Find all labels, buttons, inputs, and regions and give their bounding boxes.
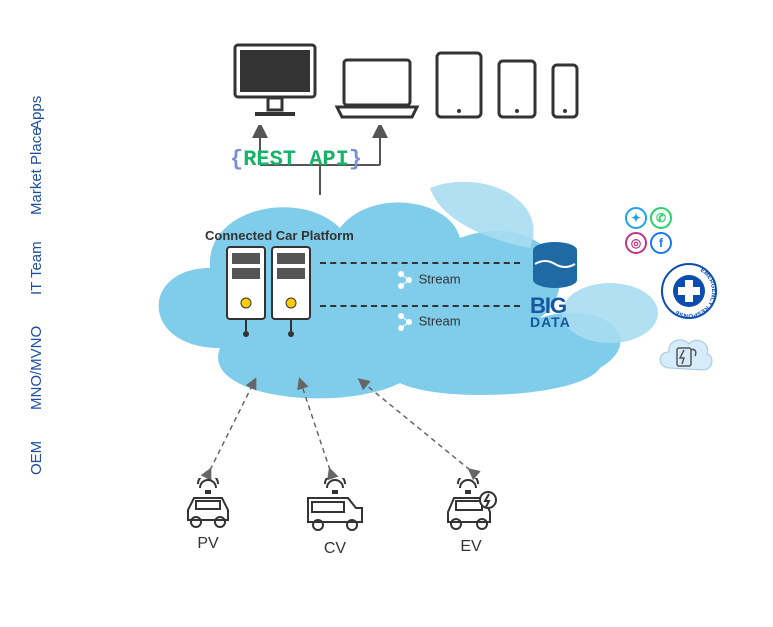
instagram-icon: ◎ [625, 232, 647, 254]
pv-label: PV [178, 535, 238, 553]
bigdata-line1: BIG [530, 296, 571, 316]
pv-car: PV [178, 478, 238, 553]
laptop-icon [332, 55, 422, 120]
stream-line-2 [320, 305, 520, 307]
stream-text-1: Stream [419, 271, 461, 286]
pv-car-icon [178, 478, 238, 533]
stream-label-2: Stream [395, 312, 461, 332]
stream-line-1 [320, 262, 520, 264]
twitter-icon: ✦ [625, 207, 647, 229]
emergency-response-icon: EMERGENCY RESPONSE [660, 262, 718, 325]
tablet-small-icon [496, 58, 538, 120]
servers-icon [225, 245, 315, 345]
stream-nodes-icon [395, 312, 415, 332]
apps-devices-row [230, 40, 580, 120]
whatsapp-icon: ✆ [650, 207, 672, 229]
car-arrows [180, 370, 520, 480]
bigdata-label: BIG DATA [530, 296, 571, 328]
platform-title: Connected Car Platform [205, 228, 354, 243]
side-label-oem: OEM [28, 441, 45, 475]
cv-car-icon [300, 478, 370, 538]
side-label-marketplace: Market Place [28, 127, 45, 215]
cv-car: CV [300, 478, 370, 558]
side-label-apps: Apps [28, 96, 45, 130]
stream-nodes-icon [395, 270, 415, 290]
tablet-icon [434, 50, 484, 120]
side-labels: Apps Market Place IT Team MNO/MVNO OEM [28, 0, 58, 627]
database-icon [530, 240, 580, 295]
side-label-it: IT Team [28, 241, 45, 295]
cv-label: CV [300, 540, 370, 558]
stream-text-2: Stream [419, 313, 461, 328]
bigdata-line2: DATA [530, 316, 571, 329]
ev-car-icon [440, 478, 502, 536]
charging-cloud-icon [655, 330, 715, 385]
side-label-mno: MNO/MVNO [28, 326, 45, 410]
desktop-icon [230, 40, 320, 120]
stream-label-1: Stream [395, 270, 461, 290]
ev-car: EV [440, 478, 502, 556]
ev-label: EV [440, 538, 502, 556]
phone-icon [550, 62, 580, 120]
facebook-icon: f [650, 232, 672, 254]
social-icons: ✦ ✆ ◎ f [625, 207, 672, 254]
